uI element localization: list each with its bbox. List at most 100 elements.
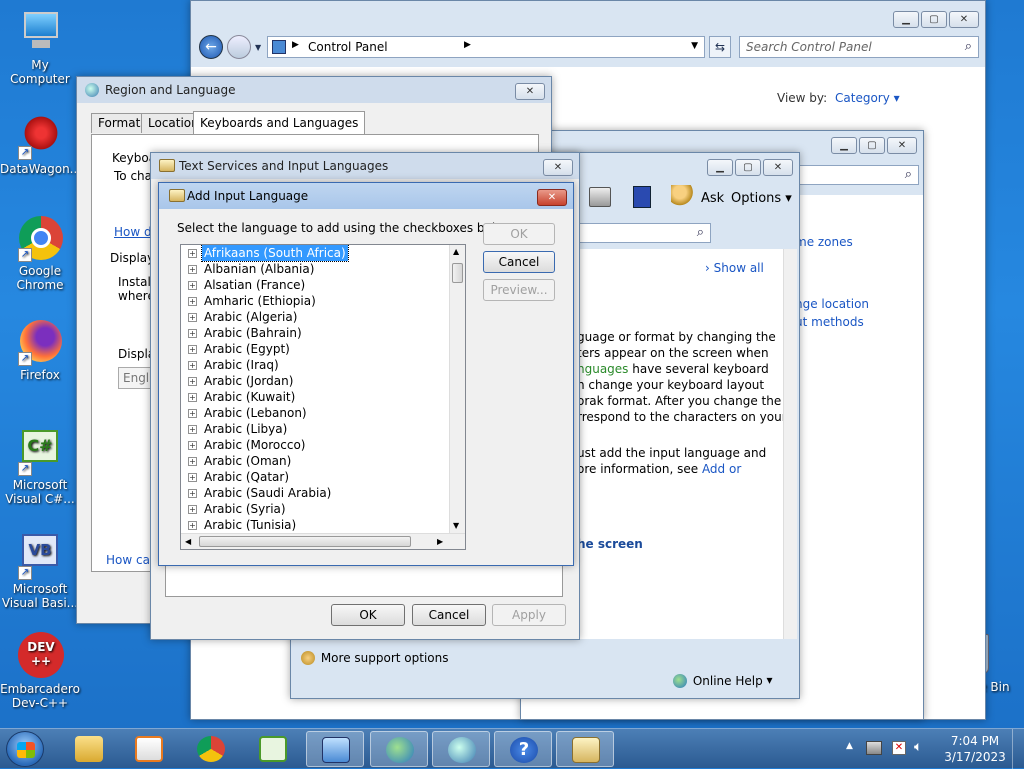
more-support-options[interactable]: More support options [301,650,448,665]
list-item[interactable]: + Arabic (Libya) [181,421,451,437]
desktop-icon-devcpp[interactable]: DEV ++ Embarcadero Dev-C++ [0,632,80,710]
expand-icon[interactable]: + [188,265,197,274]
search-icon[interactable]: ⌕ [965,39,972,54]
list-item[interactable]: + Arabic (Egypt) [181,341,451,357]
back-button[interactable]: ← [199,35,223,59]
list-item[interactable]: + Arabic (Algeria) [181,309,451,325]
scroll-down-icon[interactable]: ▼ [453,521,459,530]
desktop-icon-datawagon[interactable]: ↗ DataWagon... [0,112,81,176]
taskbar-control-panel[interactable] [306,731,364,767]
address-dropdown-icon[interactable]: ▼ [691,41,698,51]
maximize-button[interactable]: ▢ [921,11,947,28]
desktop-icon-visual-basic[interactable]: VB ↗ Microsoft Visual Basi... [0,532,80,610]
ok-button[interactable]: OK [331,604,405,626]
desktop-icon-my-computer[interactable]: My Computer [0,8,80,86]
desktop-icon-visual-csharp[interactable]: C# ↗ Microsoft Visual C#... [0,428,80,506]
close-button[interactable]: ✕ [949,11,979,28]
maximize-button[interactable]: ▢ [735,159,761,176]
list-item[interactable]: + Arabic (Oman) [181,453,451,469]
desktop-icon-google-chrome[interactable]: ↗ Google Chrome [0,214,80,292]
list-item[interactable]: + Arabic (Saudi Arabia) [181,485,451,501]
recent-pages-icon[interactable]: ▼ [255,43,261,52]
taskbar-help[interactable]: ? [494,731,552,767]
taskbar-network[interactable] [432,731,490,767]
preview-button[interactable]: Preview... [483,279,555,301]
horizontal-scrollbar[interactable]: ◀ ▶ [181,533,465,549]
search-icon[interactable]: ⌕ [697,225,704,240]
list-item[interactable]: + Arabic (Kuwait) [181,389,451,405]
minimize-button[interactable]: ▁ [707,159,733,176]
search-input[interactable]: Search Control Panel [746,40,872,54]
list-item[interactable]: + Arabic (Iraq) [181,357,451,373]
language-tree[interactable]: + Afrikaans (South Africa) + Albanian (Alb… [180,244,466,550]
refresh-button[interactable]: ⇆ [709,36,731,58]
close-button[interactable]: ✕ [887,137,917,154]
expand-icon[interactable]: + [188,249,197,258]
expand-icon[interactable]: + [188,361,197,370]
tray-show-hidden-icon[interactable]: ▲ [846,741,853,751]
link-change-location[interactable]: nge location [795,297,869,311]
tray-volume-icon[interactable]: 🔈︎ [914,739,922,755]
cancel-button[interactable]: Cancel [412,604,486,626]
clock[interactable]: 7:04 PM 3/17/2023 [940,733,1010,765]
scroll-thumb[interactable] [452,263,463,283]
close-button[interactable]: ✕ [537,189,567,206]
print-icon[interactable] [589,187,611,207]
expand-icon[interactable]: + [188,377,197,386]
list-item[interactable]: + Alsatian (France) [181,277,451,293]
search-box[interactable]: Search Control Panel ⌕ [739,36,979,58]
list-item[interactable]: + Arabic (Syria) [181,501,451,517]
expand-icon[interactable]: + [188,489,197,498]
book-icon[interactable] [633,186,651,208]
expand-icon[interactable]: + [188,505,197,514]
apply-button[interactable]: Apply [492,604,566,626]
expand-icon[interactable]: + [188,313,197,322]
taskbar-region-language[interactable] [370,731,428,767]
expand-icon[interactable]: + [188,297,197,306]
close-button[interactable]: ✕ [515,83,545,100]
list-item[interactable]: + Arabic (Morocco) [181,437,451,453]
list-item[interactable]: + Afrikaans (South Africa) [181,245,451,262]
expand-icon[interactable]: + [188,393,197,402]
ask-button[interactable]: Ask [701,191,724,206]
list-item[interactable]: + Arabic (Qatar) [181,469,451,485]
help-search-box[interactable]: ⌕ [571,223,711,243]
expand-icon[interactable]: + [188,425,197,434]
list-item[interactable]: + Arabic (Jordan) [181,373,451,389]
vertical-scrollbar[interactable]: ▲ ▼ [449,245,465,535]
list-item[interactable]: + Arabic (Bahrain) [181,325,451,341]
scroll-h-thumb[interactable] [199,536,411,547]
close-button[interactable]: ✕ [543,159,573,176]
desktop-icon-firefox[interactable]: ↗ Firefox [0,318,80,382]
tray-network-icon[interactable] [866,741,882,755]
ask-icon[interactable] [671,185,693,209]
minimize-button[interactable]: ▁ [893,11,919,28]
scroll-right-icon[interactable]: ▶ [437,537,443,546]
list-item[interactable]: + Amharic (Ethiopia) [181,293,451,309]
search-icon[interactable]: ⌕ [905,167,912,182]
view-by-dropdown[interactable]: Category ▾ [835,91,900,105]
taskbar-media-player[interactable] [120,731,178,767]
expand-icon[interactable]: + [188,329,197,338]
show-all-link[interactable]: › Show all [705,261,764,275]
taskbar-visual-csharp[interactable] [244,731,302,767]
tray-flag-icon[interactable]: ✕ [892,741,906,755]
ok-button[interactable]: OK [483,223,555,245]
scroll-up-icon[interactable]: ▲ [453,247,459,256]
online-help-button[interactable]: Online Help ▾ [673,673,773,688]
cancel-button[interactable]: Cancel [483,251,555,273]
close-button[interactable]: ✕ [763,159,793,176]
address-bar[interactable]: ▶ Control Panel ▶ ▼ [267,36,705,58]
tab-keyboards-and-languages[interactable]: Keyboards and Languages [193,111,366,135]
help-scrollbar[interactable] [783,249,797,639]
options-button[interactable]: Options ▾ [731,191,792,206]
help-outer-search-box[interactable]: ⌕ [791,165,919,185]
scroll-left-icon[interactable]: ◀ [185,537,191,546]
expand-icon[interactable]: + [188,473,197,482]
how-do-link[interactable]: How d [114,225,152,239]
list-item[interactable]: + Arabic (Tunisia) [181,517,451,533]
taskbar-explorer[interactable] [60,731,118,767]
start-button[interactable] [6,731,44,767]
languages-link[interactable]: nguages [577,362,628,376]
add-or-link[interactable]: Add or [702,462,741,476]
